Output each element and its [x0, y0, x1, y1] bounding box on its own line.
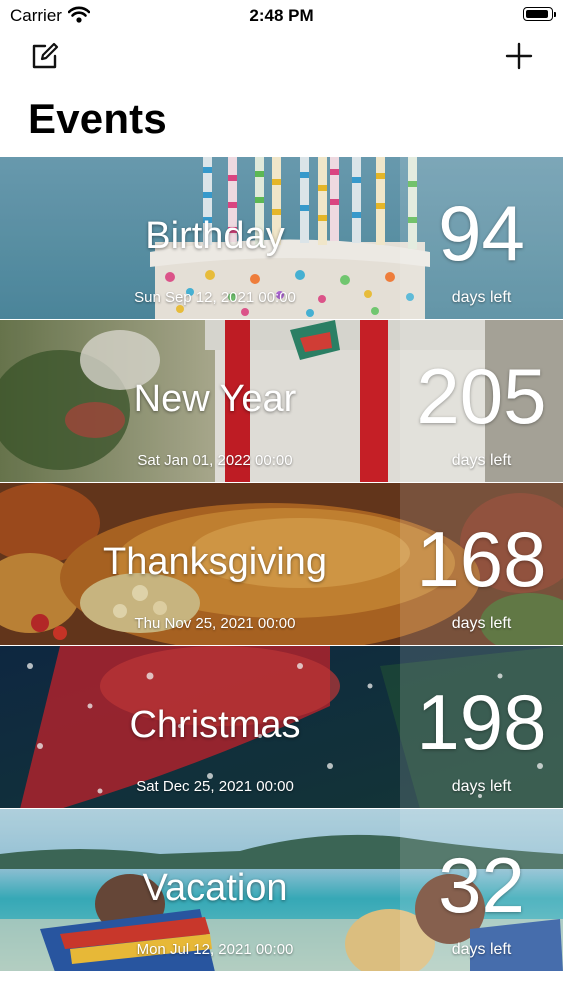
event-date: Thu Nov 25, 2021 00:00 [134, 615, 296, 632]
event-name: Birthday [145, 215, 285, 257]
days-left-count: 94 [438, 189, 525, 277]
days-left-label: days left [451, 941, 512, 958]
battery-icon [523, 7, 556, 21]
event-name: Christmas [129, 704, 301, 746]
days-left-count: 32 [438, 841, 525, 929]
events-list: Birthday Sun Sep 12, 2021 00:00 94 days … [0, 157, 563, 972]
days-left-count: 168 [416, 515, 547, 603]
days-left-label: days left [451, 778, 512, 795]
event-name: Thanksgiving [103, 541, 327, 583]
days-left-label: days left [451, 452, 512, 469]
plus-icon [505, 42, 533, 70]
event-row-birthday[interactable]: Birthday Sun Sep 12, 2021 00:00 94 days … [0, 157, 563, 320]
event-row-christmas[interactable]: Christmas Sat Dec 25, 2021 00:00 198 day… [0, 646, 563, 809]
event-date: Sun Sep 12, 2021 00:00 [134, 289, 296, 306]
event-date: Sat Jan 01, 2022 00:00 [137, 452, 293, 469]
add-event-button[interactable] [503, 40, 535, 72]
event-row-new-year[interactable]: New Year Sat Jan 01, 2022 00:00 205 days… [0, 320, 563, 483]
days-left-label: days left [451, 615, 512, 632]
compose-button[interactable] [28, 40, 60, 72]
days-left-label: days left [451, 289, 512, 306]
days-left-count: 198 [416, 678, 547, 766]
event-date: Mon Jul 12, 2021 00:00 [136, 941, 294, 958]
days-left-count: 205 [416, 352, 547, 440]
event-date: Sat Dec 25, 2021 00:00 [136, 778, 294, 795]
event-row-thanksgiving[interactable]: Thanksgiving Thu Nov 25, 2021 00:00 168 … [0, 483, 563, 646]
event-name: New Year [133, 378, 297, 420]
event-name: Vacation [142, 867, 288, 909]
status-bar: Carrier 2:48 PM [0, 0, 563, 30]
event-row-vacation[interactable]: Vacation Mon Jul 12, 2021 00:00 32 days … [0, 809, 563, 972]
compose-icon [32, 42, 59, 69]
page-title: Events [28, 95, 167, 142]
status-time: 2:48 PM [249, 6, 314, 25]
